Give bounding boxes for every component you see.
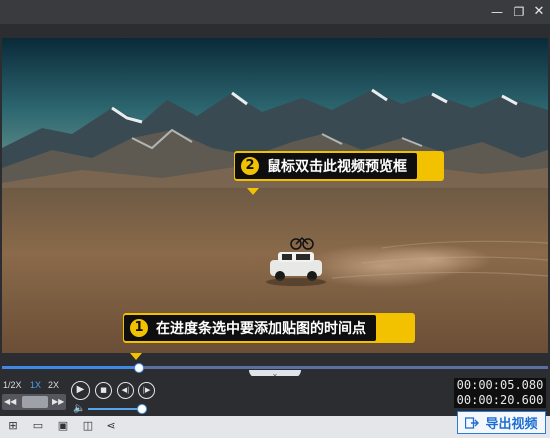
progress-handle[interactable] <box>134 363 144 373</box>
play-icon[interactable]: ▶ <box>71 381 90 400</box>
current-time: 00:00:05.080 <box>454 378 546 393</box>
speed-slider-thumb[interactable] <box>22 396 48 408</box>
export-video-button[interactable]: 导出视频 <box>457 411 546 434</box>
save-icon[interactable]: ▣ <box>56 419 70 433</box>
open-folder-icon[interactable]: ▭ <box>31 419 45 433</box>
share-icon[interactable]: ⋖ <box>104 419 118 433</box>
title-bar <box>0 0 550 24</box>
callout-text: 在进度条选中要添加贴图的时间点 <box>156 321 366 337</box>
speed-normal[interactable]: 1X <box>30 380 41 390</box>
volume-slider[interactable] <box>88 408 142 410</box>
rewind-icon[interactable]: ◀◀ <box>4 394 16 410</box>
export-video-label: 导出视频 <box>485 417 538 432</box>
callout-number: 2 <box>241 157 259 175</box>
callout-number: 1 <box>130 319 148 337</box>
volume-icon[interactable]: 🔈 <box>73 403 85 414</box>
fast-forward-icon[interactable]: ▶▶ <box>52 394 64 410</box>
prev-frame-icon[interactable]: ◀| <box>117 382 134 399</box>
minimize-icon[interactable]: — <box>488 3 506 21</box>
callout-pointer <box>247 188 259 195</box>
progress-played <box>2 366 139 369</box>
new-project-icon[interactable]: ⊞ <box>6 419 20 433</box>
callout-pointer <box>130 353 142 360</box>
close-icon[interactable]: ✕ <box>530 3 548 21</box>
stop-icon[interactable]: ■ <box>95 382 112 399</box>
video-preview[interactable] <box>2 38 548 353</box>
callout-select-time: 1 在进度条选中要添加贴图的时间点 <box>123 313 415 343</box>
speed-double[interactable]: 2X <box>48 380 59 390</box>
restore-icon[interactable]: ❐ <box>510 3 528 21</box>
export-icon <box>465 416 480 429</box>
save-as-icon[interactable]: ◫ <box>81 419 95 433</box>
speed-selector: 1/2X 1X 2X <box>2 380 64 392</box>
speed-half[interactable]: 1/2X <box>3 380 22 390</box>
next-frame-icon[interactable]: |▶ <box>138 382 155 399</box>
callout-text: 鼠标双击此视频预览框 <box>267 159 407 175</box>
callout-double-click: 2 鼠标双击此视频预览框 <box>234 151 444 181</box>
total-time: 00:00:20.600 <box>454 393 546 408</box>
speed-slider[interactable]: ◀◀ ▶▶ <box>2 394 66 410</box>
